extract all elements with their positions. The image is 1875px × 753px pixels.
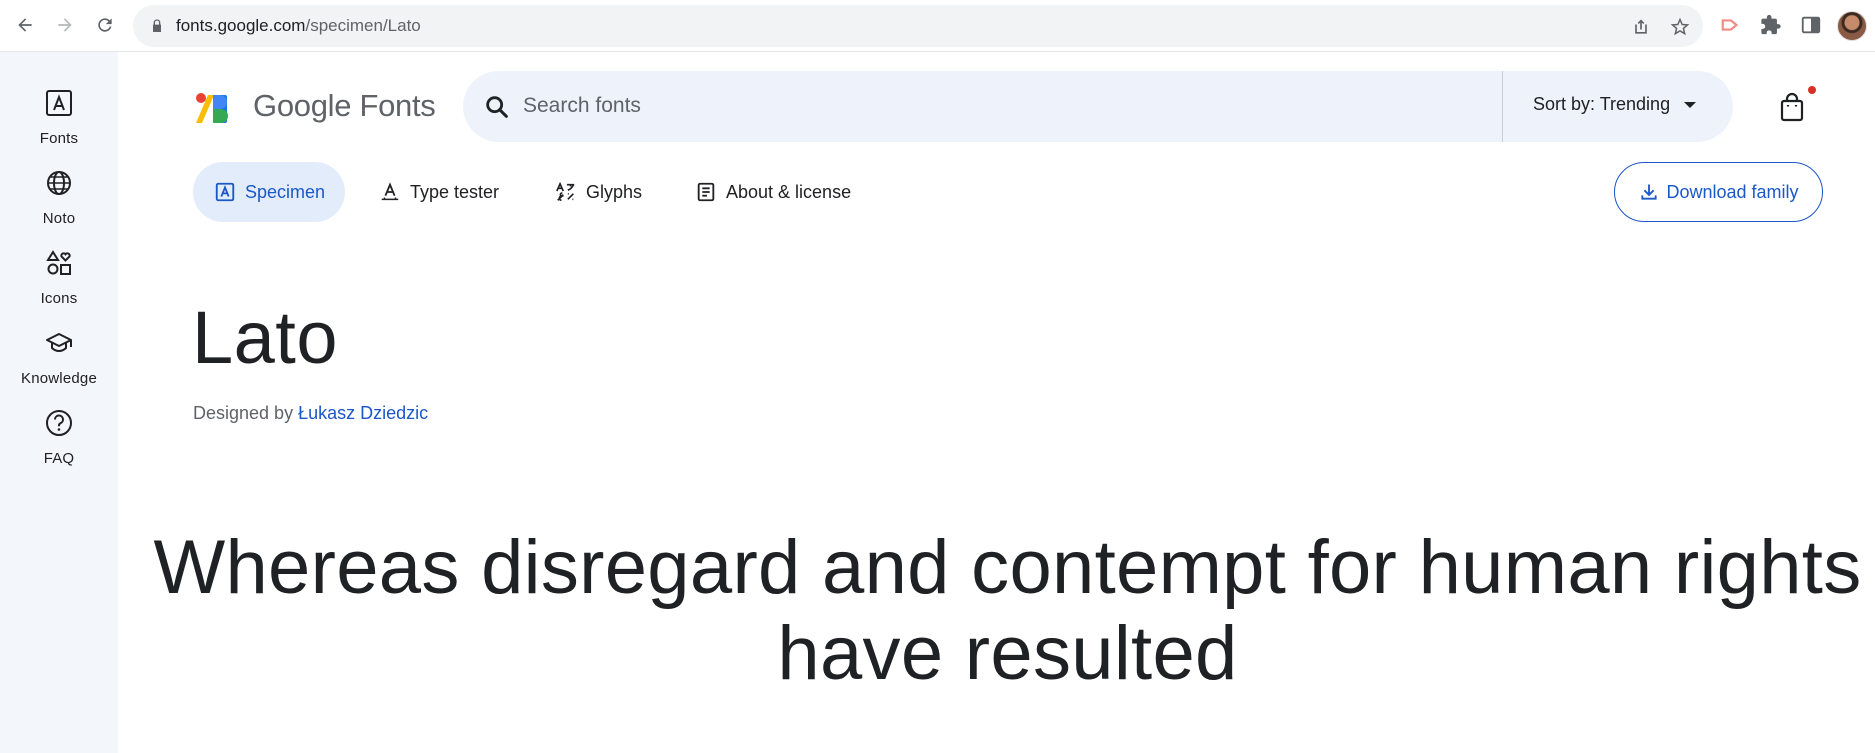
specimen-sample-text: Whereas disregard and contempt for human… [140, 525, 1875, 697]
article-icon [694, 180, 718, 204]
rail-item-label: FAQ [43, 450, 75, 467]
caret-down-icon [1684, 101, 1697, 108]
sort-label: Sort by: Trending [1533, 94, 1671, 114]
tab-specimen[interactable]: Specimen [193, 162, 346, 222]
rail-item-knowledge[interactable]: Knowledge [0, 328, 118, 400]
url-host: fonts.google.com [176, 16, 306, 35]
graduation-cap-icon [44, 328, 74, 358]
side-panel-icon[interactable] [1800, 14, 1822, 36]
glyphs-icon [554, 180, 578, 204]
tab-label: Specimen [245, 181, 326, 202]
rail-item-label: Noto [42, 210, 76, 227]
share-icon[interactable] [1630, 16, 1652, 38]
forward-arrow-icon[interactable] [51, 11, 79, 39]
help-circle-icon [44, 408, 74, 438]
download-icon [1638, 181, 1660, 203]
sort-dropdown[interactable]: Sort by: Trending [1533, 94, 1697, 115]
tab-glyphs[interactable]: Glyphs [548, 162, 648, 222]
notification-dot [1808, 86, 1816, 94]
extension-arrow-icon[interactable] [1720, 14, 1742, 36]
browser-toolbar: fonts.google.com/specimen/Lato [0, 0, 1875, 52]
brand-title[interactable]: Google Fonts [253, 88, 436, 124]
rail-item-faq[interactable]: FAQ [0, 408, 118, 480]
designer-link[interactable]: Łukasz Dziedzic [298, 403, 428, 423]
tab-label: Type tester [410, 181, 500, 202]
tab-type-tester[interactable]: Type tester [372, 162, 505, 222]
puzzle-icon[interactable] [1760, 14, 1782, 36]
shapes-icon [44, 248, 74, 278]
url-text: fonts.google.com/specimen/Lato [176, 16, 421, 36]
tab-label: Glyphs [586, 181, 643, 202]
rail-item-icons[interactable]: Icons [0, 248, 118, 320]
google-fonts-logo[interactable] [195, 92, 235, 124]
back-arrow-icon[interactable] [11, 11, 39, 39]
side-rail: Fonts Noto Icons Knowledge FAQ [0, 52, 118, 753]
avatar[interactable] [1837, 11, 1867, 41]
font-a-icon [44, 88, 74, 118]
rail-item-fonts[interactable]: Fonts [0, 88, 118, 160]
search-input[interactable] [523, 85, 1423, 127]
shopping-bag-icon[interactable] [1776, 91, 1808, 123]
designer-prefix: Designed by [193, 403, 294, 423]
rail-item-label: Fonts [39, 130, 79, 147]
download-label: Download family [1666, 181, 1799, 202]
lock-icon[interactable] [149, 18, 165, 34]
search-divider [1502, 71, 1503, 142]
tab-about-license[interactable]: About & license [688, 162, 857, 222]
rail-item-label: Icons [40, 290, 78, 307]
sample-line: have resulted [777, 611, 1238, 696]
rail-item-label: Knowledge [20, 370, 98, 387]
type-tester-icon [378, 180, 402, 204]
globe-icon [44, 168, 74, 198]
download-family-button[interactable]: Download family [1614, 162, 1823, 222]
font-name-heading: Lato [192, 296, 339, 379]
specimen-icon [213, 180, 237, 204]
sample-line: Whereas disregard and contempt for human… [153, 525, 1862, 610]
url-path: /specimen/Lato [305, 16, 421, 35]
search-bar: Sort by: Trending [463, 71, 1733, 142]
reload-icon[interactable] [91, 11, 119, 39]
tab-label: About & license [726, 181, 852, 202]
address-bar[interactable]: fonts.google.com/specimen/Lato [133, 5, 1703, 47]
search-icon[interactable] [483, 93, 511, 121]
star-icon[interactable] [1669, 16, 1691, 38]
designer-credit: Designed by Łukasz Dziedzic [193, 403, 428, 424]
rail-item-noto[interactable]: Noto [0, 168, 118, 240]
